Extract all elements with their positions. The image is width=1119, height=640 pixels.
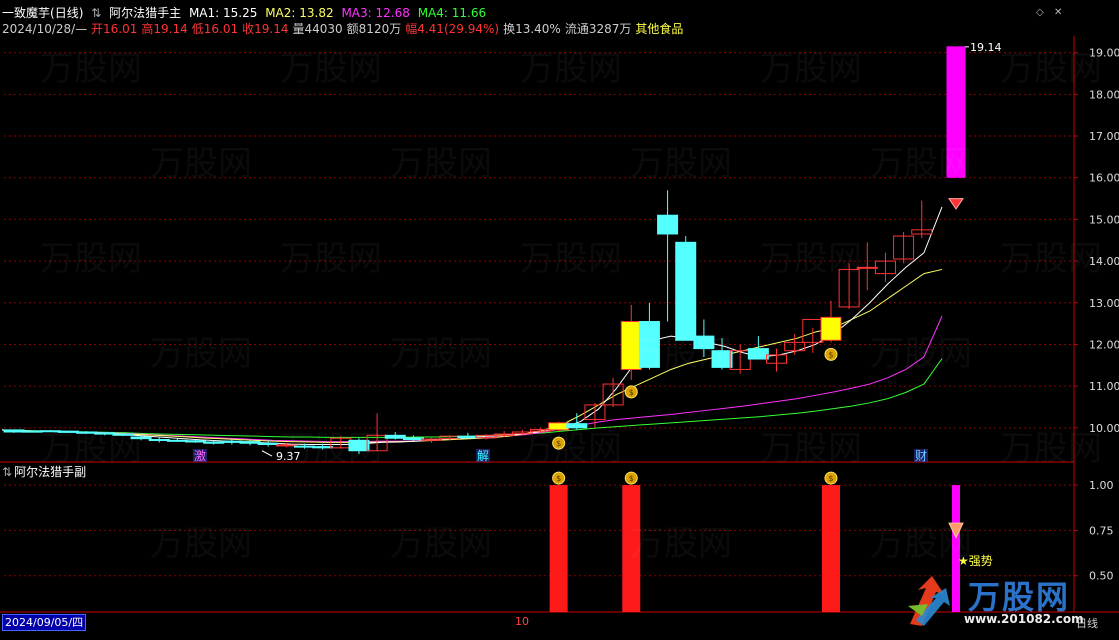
candle-body	[203, 441, 225, 444]
money-bag-glyph: $	[629, 474, 634, 483]
ma1-label: MA1: 15.25	[188, 6, 258, 20]
watermark-tile: 万股网	[760, 429, 862, 469]
sub-signal-bar	[821, 485, 840, 612]
diamond-gem-icon	[948, 198, 964, 210]
watermark-tile: 万股网	[760, 239, 862, 279]
price-axis-label: 18.00	[1089, 88, 1119, 101]
candle-body	[166, 439, 188, 442]
watermark-tile: 万股网	[1000, 239, 1102, 279]
watermark-tile: 万股网	[870, 144, 972, 184]
watermark-tile: 万股网	[150, 334, 252, 374]
candle-body	[402, 437, 424, 440]
watermark-tile: 万股网	[760, 49, 862, 89]
watermark-tile: 万股网	[1000, 429, 1102, 469]
quote-close: 收19.14	[242, 22, 289, 36]
close-icon[interactable]: ✕	[1054, 7, 1062, 18]
price-axis-label: 16.00	[1089, 172, 1119, 185]
header-title-row: 一致魔芋(日线) ⇅ 阿尔法猎手主 MA1: 15.25 MA2: 13.82 …	[2, 6, 490, 20]
sub-axis-label: 1.00	[1089, 479, 1114, 492]
candle-body	[257, 442, 279, 445]
sub-signal-bar	[549, 485, 568, 612]
price-axis-label: 11.00	[1089, 380, 1119, 393]
quote-date: 2024/10/28/—	[2, 22, 88, 36]
sub-axis-label: 0.75	[1089, 524, 1114, 537]
quote-high: 高19.14	[141, 22, 188, 36]
candle-body	[148, 438, 170, 441]
footer-mid-label: 10	[515, 615, 529, 628]
candle-body	[566, 423, 588, 429]
watermark-tile: 万股网	[150, 144, 252, 184]
candle-body	[675, 241, 697, 341]
watermark-tile: 万股网	[280, 239, 382, 279]
candle-body	[384, 434, 406, 439]
watermark-tile: 万股网	[280, 429, 382, 469]
watermark-tile: 万股网	[870, 334, 972, 374]
money-bag-glyph: $	[556, 474, 561, 483]
watermark-tile: 万股网	[520, 429, 622, 469]
expand-arrow-icon[interactable]: ⇅	[2, 465, 12, 479]
watermark-tile: 万股网	[1000, 49, 1102, 89]
footer-date: 2024/09/05/四	[2, 614, 87, 631]
candle-body	[457, 435, 479, 439]
event-marker-1: 解	[477, 449, 489, 463]
candle-body	[657, 214, 679, 235]
expand-arrow-icon[interactable]: ⇅	[91, 6, 101, 20]
event-marker-0: 激	[194, 449, 206, 463]
price-axis-label: 15.00	[1089, 213, 1119, 226]
chart-canvas[interactable]: 19.0018.0017.0016.0015.0014.0013.0012.00…	[0, 0, 1119, 637]
watermark-tile: 万股网	[40, 239, 142, 279]
sub-axis-label: 0.50	[1089, 570, 1114, 583]
watermark-tile: 万股网	[280, 49, 382, 89]
money-bag-glyph: $	[629, 388, 634, 397]
candle-body	[185, 440, 207, 443]
ma4-label: MA4: 11.66	[417, 6, 487, 20]
price-axis-label: 12.00	[1089, 338, 1119, 351]
watermark-tile: 万股网	[520, 49, 622, 89]
quote-row: 2024/10/28/— 开16.01 高19.14 低16.01 收19.14 量44…	[2, 22, 687, 36]
price-axis-label: 17.00	[1089, 130, 1119, 143]
watermark-tile: 万股网	[390, 334, 492, 374]
quote-amount: 额8120万	[346, 22, 402, 36]
brand-url: www.201082.com	[964, 612, 1084, 626]
watermark-tile: 万股网	[630, 144, 732, 184]
chart-window[interactable]: 19.00 18.00 17.00 16.00 15.00 14.00 13.00 12.00…	[0, 0, 1119, 637]
event-marker-2: 财	[915, 449, 927, 463]
ma2-label: MA2: 13.82	[265, 6, 334, 20]
watermark-tile: 万股网	[390, 524, 492, 564]
diamond-icon[interactable]: ◇	[1036, 7, 1044, 18]
brand-logo: 万股网 www.201082.com	[906, 572, 1092, 630]
candle-body	[221, 440, 243, 443]
candle-body	[239, 441, 261, 444]
main-indicator-name[interactable]: 阿尔法猎手主	[109, 6, 181, 20]
watermark-tile: 万股网	[630, 524, 732, 564]
watermark-tile: 万股网	[150, 524, 252, 564]
ma3-label: MA3: 12.68	[341, 6, 410, 20]
period-label[interactable]: (日线)	[50, 6, 83, 20]
min-price-pointer	[261, 450, 273, 457]
quote-low: 低16.01	[191, 22, 239, 36]
sub-indicator-row: ⇅ 阿尔法猎手副	[2, 465, 90, 479]
money-bag-glyph: $	[828, 350, 833, 359]
watermark-tile: 万股网	[40, 49, 142, 89]
candle-body	[820, 316, 842, 341]
watermark-tile: 万股网	[870, 524, 972, 564]
price-axis-label: 13.00	[1089, 297, 1119, 310]
watermark-tile: 万股网	[520, 239, 622, 279]
watermark-tile: 万股网	[390, 144, 492, 184]
max-price-label: 19.14	[970, 41, 1002, 54]
quote-float: 流通3287万	[564, 22, 632, 36]
money-bag-glyph: $	[828, 474, 833, 483]
watermark-tile: 万股网	[40, 429, 142, 469]
candle-body	[3, 429, 25, 433]
quote-turnover: 换13.40%	[503, 22, 561, 36]
candle-body	[747, 348, 769, 360]
stock-name[interactable]: 一致魔芋	[2, 6, 50, 20]
quote-sector[interactable]: 其他食品	[635, 22, 683, 36]
quote-change: 幅4.41(29.94%)	[405, 22, 500, 36]
watermark-tile: 万股网	[630, 334, 732, 374]
sub-indicator-name[interactable]: 阿尔法猎手副	[14, 465, 86, 479]
quote-open: 开16.01	[91, 22, 138, 36]
quote-volume: 量44030	[292, 22, 343, 36]
logo-arrow-icon	[908, 576, 950, 626]
